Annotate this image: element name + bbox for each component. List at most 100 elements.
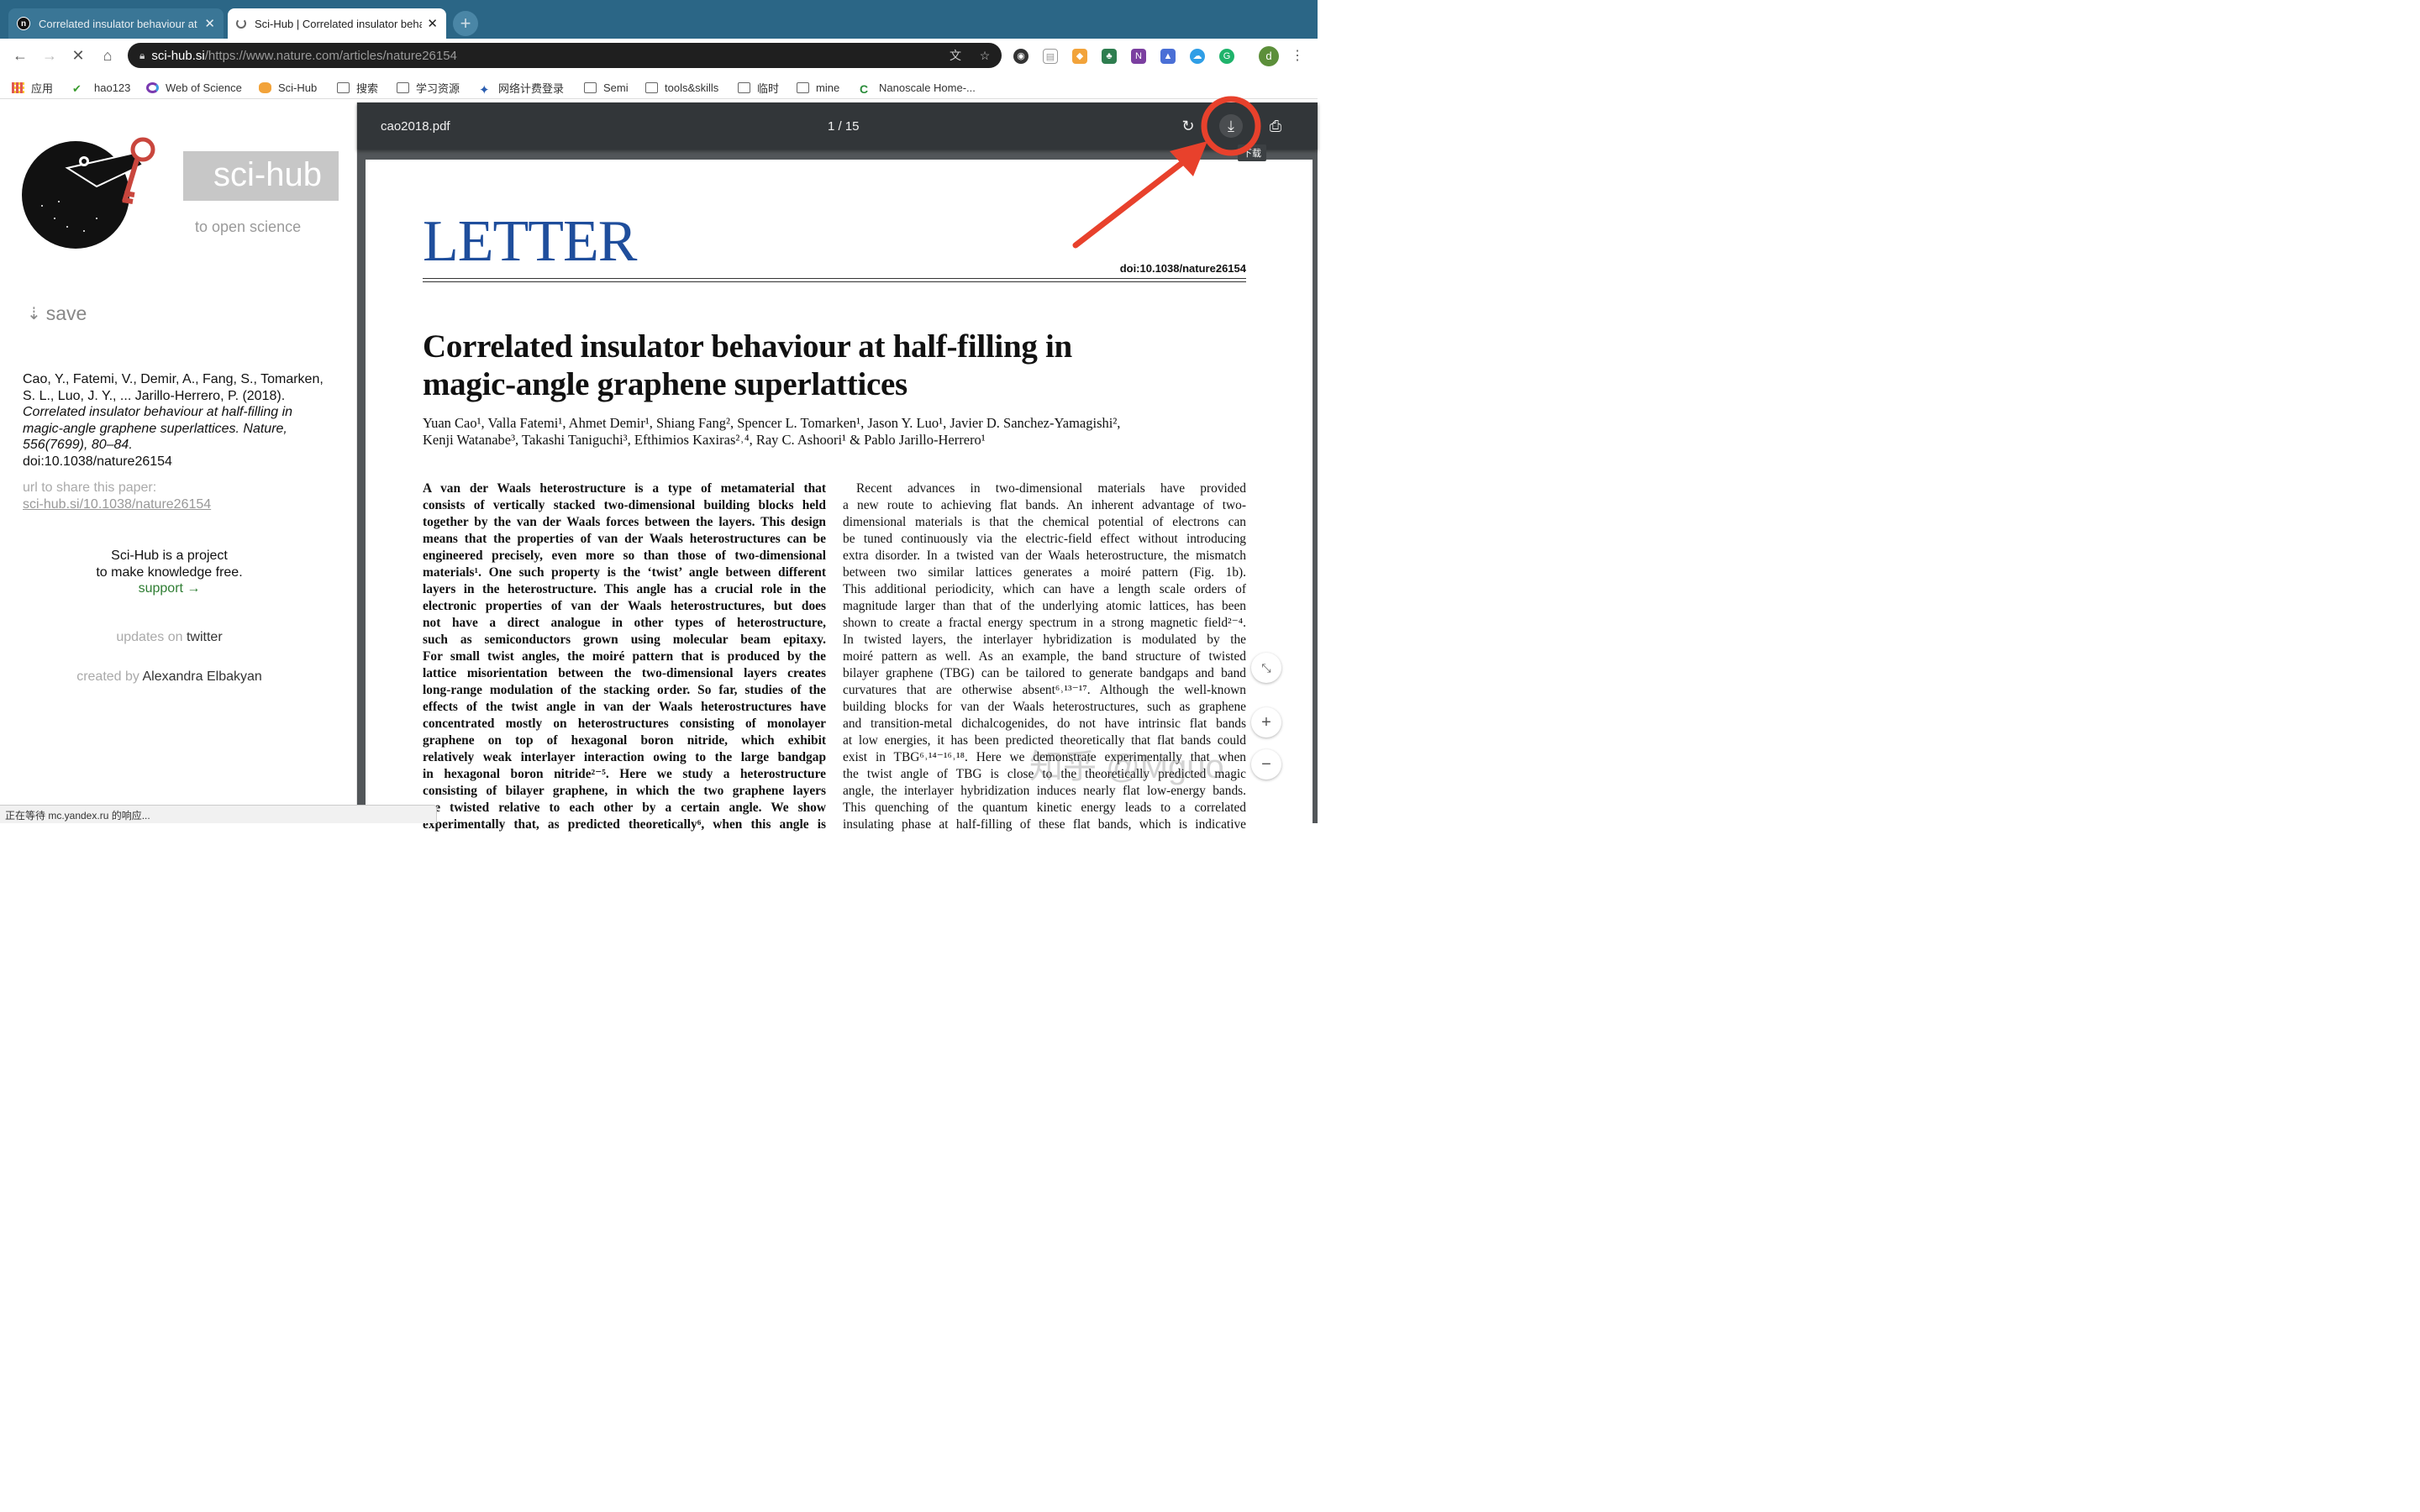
text-line: lattice misorientation between the two-d… — [423, 666, 826, 680]
rotate-icon[interactable]: ↻ — [1176, 114, 1200, 138]
text-line: This quenching of the quantum kinetic en… — [843, 801, 1246, 815]
tab-scihub[interactable]: Sci-Hub | Correlated insulator behaviour… — [228, 8, 446, 39]
folder-icon — [397, 81, 409, 93]
folder-icon — [584, 81, 597, 93]
bookmark-folder-learning[interactable]: 学习资源 — [397, 79, 460, 96]
bookmark-folder-search[interactable]: 搜索 — [337, 79, 378, 96]
scihub-logo-box: sci-hub — [183, 151, 339, 201]
bookmark-label: hao123 — [94, 81, 131, 94]
back-arrow-icon[interactable]: ← — [10, 45, 30, 66]
updates-prefix: updates on — [116, 630, 183, 644]
save-label: save — [45, 302, 87, 324]
text-line: shown to create a fractal energy spectru… — [843, 616, 1246, 630]
pdf-page-indicator[interactable]: 1 / 15 — [828, 119, 860, 134]
lock-icon: 🔒︎ — [139, 49, 145, 61]
bookmark-folder-semi[interactable]: Semi — [584, 79, 629, 96]
scihub-tagline: to open science — [195, 218, 302, 235]
bookmark-label: Semi — [603, 81, 629, 94]
bookmark-folder-tools[interactable]: tools&skills — [645, 79, 718, 96]
author-link[interactable]: Alexandra Elbakyan — [142, 669, 261, 684]
tab-title: Correlated insulator behaviour at half-f… — [39, 17, 199, 30]
tab-nature[interactable]: n Correlated insulator behaviour at half… — [8, 8, 224, 39]
bookmark-folder-temp[interactable]: 临时 — [738, 79, 779, 96]
download-icon[interactable]: ⤓ — [1219, 114, 1243, 138]
text-line: In twisted layers, the interlayer hybrid… — [843, 633, 1246, 647]
forward-arrow-icon[interactable]: → — [39, 45, 60, 66]
nanoscale-icon: C — [860, 81, 869, 96]
bookmark-label: 学习资源 — [416, 81, 460, 95]
extension-fox-icon[interactable]: ◆ — [1072, 49, 1087, 64]
text-line: For small twist angles, the moiré patter… — [423, 649, 826, 664]
text-line: together by the van der Waals forces bet… — [423, 515, 826, 529]
bookmark-nanoscale[interactable]: C Nanoscale Home-... — [860, 79, 976, 96]
bookmark-label: mine — [816, 81, 840, 94]
bookmark-network-login[interactable]: ✦ 网络计费登录 — [479, 79, 565, 97]
bookmark-label: 应用 — [31, 81, 54, 95]
text-line: insulating phase at half-filling of thes… — [843, 817, 1246, 832]
extension-grammarly-icon[interactable]: G — [1219, 49, 1234, 64]
address-bar[interactable]: 🔒︎ sci-hub.si/https://www.nature.com/art… — [128, 43, 1002, 68]
stop-loading-icon[interactable]: ✕ — [68, 45, 88, 66]
wos-icon — [146, 81, 159, 93]
tab-title: Sci-Hub | Correlated insulator behaviour… — [255, 17, 423, 30]
scihub-raven-logo — [22, 137, 155, 249]
zoom-out-button[interactable]: − — [1251, 749, 1281, 780]
project-line: to make knowledge free. — [96, 564, 243, 580]
created-line: created by Alexandra Elbakyan — [0, 669, 339, 685]
text-line: building blocks for van der Waals hetero… — [843, 700, 1246, 714]
extension-ghostery-icon[interactable]: ◉ — [1013, 49, 1028, 64]
pdf-viewer: LETTER doi:10.1038/nature26154 Correlate… — [357, 102, 1318, 832]
text-line: and transition-metal dichalcogenides, do… — [843, 717, 1246, 731]
text-line: be tuned continuously via the electric-f… — [843, 532, 1246, 546]
menu-dots-icon[interactable]: ⋮ — [1290, 49, 1305, 64]
text-line: A van der Waals heterostructure is a typ… — [423, 481, 826, 496]
text-line: bilayer graphene (TBG) can be tailored t… — [843, 666, 1246, 680]
text-line: means that the properties of van der Waa… — [423, 532, 826, 546]
print-icon[interactable]: ⎙ — [1264, 114, 1287, 138]
download-tooltip: 下载 — [1238, 144, 1266, 161]
extension-rocket-icon[interactable]: ▲ — [1160, 49, 1176, 64]
zoom-in-button[interactable]: + — [1251, 707, 1281, 738]
bookmark-label: Sci-Hub — [278, 81, 318, 94]
folder-icon — [738, 81, 750, 93]
project-line: Sci-Hub is a project — [111, 549, 228, 563]
bookmark-apps[interactable]: 应用 — [12, 79, 53, 96]
translate-icon[interactable]: 文 — [948, 48, 963, 63]
text-line: are twisted relative to each other by a … — [423, 801, 826, 815]
bookmark-star-icon[interactable]: ☆ — [977, 48, 992, 63]
bookmark-hao123[interactable]: ✔ hao123 — [72, 79, 130, 96]
support-link[interactable]: support → — [0, 580, 339, 597]
fit-page-button[interactable]: ⤡ — [1251, 653, 1281, 683]
text-line: long-range modulation of the stacking or… — [423, 683, 826, 697]
text-line: experimentally that, as predicted theore… — [423, 817, 826, 832]
new-tab-button[interactable]: + — [453, 11, 478, 36]
share-url-link[interactable]: sci-hub.si/10.1038/nature26154 — [23, 497, 211, 512]
bookmark-label: 网络计费登录 — [498, 81, 565, 95]
pdf-filename: cao2018.pdf — [381, 119, 450, 134]
close-tab-icon[interactable]: ✕ — [427, 18, 438, 30]
text-line: concentrated mostly on heterostructures … — [423, 717, 826, 731]
extension-cloud-icon[interactable]: ☁ — [1190, 49, 1205, 64]
home-icon[interactable]: ⌂ — [97, 45, 118, 66]
text-line: dimensional materials is that the chemic… — [843, 515, 1246, 529]
folder-icon — [645, 81, 658, 93]
text-line: materials¹. One such property is the ‘tw… — [423, 565, 826, 580]
extension-document-icon[interactable]: ▤ — [1043, 49, 1058, 64]
close-tab-icon[interactable]: ✕ — [204, 18, 215, 30]
bookmark-label: 搜索 — [356, 81, 379, 95]
bookmarks-bar: 应用 ✔ hao123 Web of Science Sci-Hub 搜索 学习资… — [0, 76, 1318, 99]
save-button[interactable]: ⇣ save — [27, 302, 87, 325]
folder-icon — [337, 81, 350, 93]
extension-evernote-icon[interactable]: ♣ — [1102, 49, 1117, 64]
bookmark-scihub[interactable]: Sci-Hub — [259, 79, 317, 96]
profile-avatar-icon[interactable]: d — [1259, 46, 1279, 66]
extension-onenote-icon[interactable]: N — [1131, 49, 1146, 64]
bookmark-web-of-science[interactable]: Web of Science — [146, 79, 242, 96]
bookmark-folder-mine[interactable]: mine — [797, 79, 839, 96]
updates-line: updates on twitter — [0, 630, 339, 645]
twitter-link[interactable]: twitter — [187, 630, 223, 644]
text-line: a new route to achieving flat bands. An … — [843, 498, 1246, 512]
watermark: 知乎 @Mguo — [1029, 748, 1224, 785]
text-line: such as semiconductors grown using molec… — [423, 633, 826, 647]
letter-heading: LETTER — [423, 209, 637, 274]
